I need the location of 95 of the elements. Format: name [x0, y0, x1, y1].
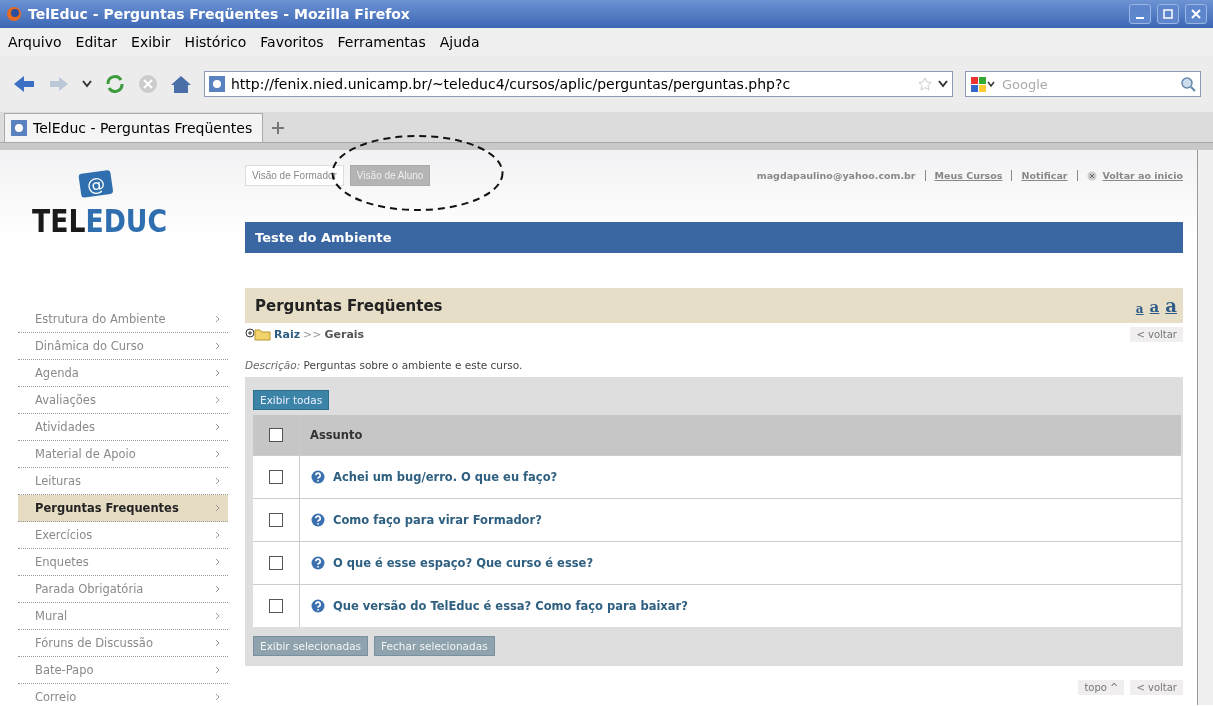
show-all-button[interactable]: Exibir todas: [253, 390, 330, 410]
chevron-icon: [215, 477, 220, 485]
header-link[interactable]: Meus Cursos: [934, 170, 1003, 181]
new-tab-icon[interactable]: [271, 121, 286, 135]
search-box[interactable]: Google: [965, 71, 1201, 97]
close-icon[interactable]: [1086, 170, 1097, 181]
back-link[interactable]: < voltar: [1130, 326, 1183, 342]
font-size-link[interactable]: a: [1135, 302, 1144, 316]
sidebar-item[interactable]: Exercícios: [18, 522, 228, 549]
reload-icon[interactable]: [104, 73, 126, 95]
sidebar-item[interactable]: Mural: [18, 603, 228, 630]
chevron-icon: [215, 639, 220, 647]
folder-icon[interactable]: [245, 327, 271, 341]
section-title: Perguntas Freqüentes: [255, 296, 443, 315]
window-title: TelEduc - Perguntas Freqüentes - Mozilla Firefox: [28, 6, 410, 22]
close-icon: [1191, 9, 1201, 19]
menu-item[interactable]: Histórico: [184, 34, 247, 50]
site-icon: [209, 76, 225, 92]
chevron-icon: [215, 531, 220, 539]
help-icon: [311, 470, 325, 484]
course-title-bar: Teste do Ambiente: [245, 222, 1183, 253]
dropdown-icon[interactable]: [82, 80, 92, 88]
chevron-icon: [215, 396, 220, 404]
header-link[interactable]: Notificar: [1021, 170, 1068, 181]
chevron-icon: [215, 504, 220, 512]
maximize-button[interactable]: [1157, 4, 1179, 24]
close-button[interactable]: [1185, 4, 1207, 24]
font-size-link[interactable]: a: [1149, 298, 1160, 316]
header-link[interactable]: Voltar ao inicio: [1102, 170, 1183, 181]
sidebar-item[interactable]: Dinâmica do Curso: [18, 333, 228, 360]
chevron-icon: [215, 342, 220, 350]
sidebar-item[interactable]: Material de Apoio: [18, 441, 228, 468]
browser-tab[interactable]: TelEduc - Perguntas Freqüentes: [4, 113, 264, 142]
select-all-checkbox[interactable]: [269, 428, 283, 443]
footer-link[interactable]: < voltar: [1130, 680, 1183, 695]
sidebar-item[interactable]: Perguntas Frequentes: [18, 495, 228, 522]
back-icon[interactable]: [12, 74, 36, 94]
address-field[interactable]: http://fenix.nied.unicamp.br/~teleduc4/cursos/aplic/perguntas/perguntas.php?c: [204, 71, 953, 97]
help-icon: [311, 513, 325, 527]
menu-item[interactable]: Arquivo: [8, 34, 62, 50]
user-email: magdapaulino@yahoo.com.br: [756, 170, 916, 181]
question-link[interactable]: O que é esse espaço? Que curso é esse?: [333, 556, 594, 570]
action-button[interactable]: Fechar selecionadas: [374, 636, 495, 656]
sidebar-item[interactable]: Correio: [18, 684, 228, 706]
search-engine-icon[interactable]: [970, 76, 996, 92]
site-icon: [11, 120, 27, 136]
chevron-icon: [215, 693, 220, 701]
sidebar-item[interactable]: Parada Obrigatória: [18, 576, 228, 603]
chevron-icon: [215, 423, 220, 431]
chevron-icon: [215, 450, 220, 458]
minimize-button[interactable]: [1129, 4, 1151, 24]
chevron-icon: [215, 369, 220, 377]
question-link[interactable]: Que versão do TelEduc é essa? Como faço para baixar?: [333, 599, 688, 613]
row-checkbox[interactable]: [269, 513, 283, 528]
question-link[interactable]: Achei um bug/erro. O que eu faço?: [333, 470, 558, 484]
breadcrumb-separator: >>: [303, 327, 322, 341]
help-icon: [311, 556, 325, 570]
star-icon[interactable]: [918, 77, 932, 91]
minimize-icon: [1136, 17, 1144, 19]
breadcrumb-current: Gerais: [324, 327, 365, 341]
menu-item[interactable]: Editar: [75, 34, 118, 50]
chevron-icon: [215, 585, 220, 593]
sidebar-item[interactable]: Atividades: [18, 414, 228, 441]
dropdown-icon[interactable]: [938, 80, 948, 88]
maximize-icon: [1163, 9, 1173, 19]
row-checkbox[interactable]: [269, 556, 283, 571]
menu-item[interactable]: Exibir: [131, 34, 171, 50]
help-icon: [311, 599, 325, 613]
description-text: Descrição: Perguntas sobre o ambiente e este curso.: [245, 359, 524, 371]
chevron-icon: [215, 612, 220, 620]
sidebar-item[interactable]: Bate-Papo: [18, 657, 228, 684]
font-size-link[interactable]: a: [1165, 295, 1177, 316]
menu-item[interactable]: Ajuda: [439, 34, 480, 50]
sidebar-item[interactable]: Fóruns de Discussão: [18, 630, 228, 657]
menu-item[interactable]: Ferramentas: [337, 34, 426, 50]
home-icon[interactable]: [170, 74, 192, 94]
chevron-icon: [215, 315, 220, 323]
sidebar-item[interactable]: Agenda: [18, 360, 228, 387]
sidebar-item[interactable]: Enquetes: [18, 549, 228, 576]
footer-link[interactable]: topo ^: [1078, 680, 1125, 695]
chevron-icon: [215, 666, 220, 674]
sidebar-item[interactable]: Estrutura do Ambiente: [18, 306, 228, 333]
breadcrumb-link[interactable]: Raiz: [274, 327, 301, 341]
firefox-icon: [6, 6, 22, 22]
column-header: Assunto: [299, 415, 1181, 456]
sidebar-item[interactable]: Avaliações: [18, 387, 228, 414]
action-button[interactable]: Exibir selecionadas: [253, 636, 369, 656]
row-checkbox[interactable]: [269, 599, 283, 614]
scrollbar[interactable]: [1197, 150, 1213, 705]
search-icon[interactable]: [1180, 76, 1196, 92]
menu-item[interactable]: Favoritos: [260, 34, 324, 50]
question-link[interactable]: Como faço para virar Formador?: [333, 513, 542, 527]
row-checkbox[interactable]: [269, 470, 283, 485]
teleduc-logo: @ TELEDUC: [30, 170, 180, 240]
chevron-icon: [215, 558, 220, 566]
